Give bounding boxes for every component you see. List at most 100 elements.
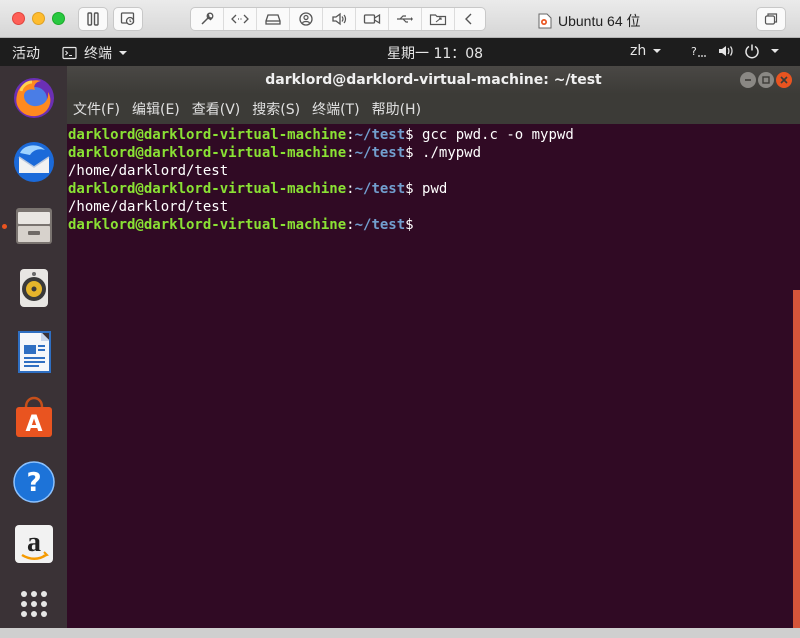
command-text: pwd (413, 181, 448, 197)
dock-show-applications[interactable] (8, 578, 60, 630)
clock[interactable]: 星期一 11：08 (387, 43, 483, 63)
terminal-line: /home/darklord/test (68, 162, 800, 180)
orange-edge-strip (793, 290, 800, 638)
writer-icon (18, 331, 51, 373)
dock-help[interactable]: ? (8, 456, 60, 508)
settings-tool[interactable] (191, 8, 224, 30)
host-dock-edge (0, 628, 800, 638)
amazon-icon: a (15, 525, 53, 563)
volume-icon (719, 46, 733, 56)
command-text: ./mypwd (413, 145, 482, 161)
input-method-label: zh (630, 43, 647, 59)
pause-vm-button[interactable] (78, 7, 108, 31)
prompt-user: darklord@darklord-virtual-machine (68, 217, 347, 233)
dock-ubuntu-software[interactable]: A (8, 392, 60, 444)
svg-text:A: A (25, 412, 42, 437)
dock-thunderbird[interactable] (8, 136, 60, 188)
output-text: /home/darklord/test (68, 163, 229, 179)
snapshot-button[interactable] (113, 7, 143, 31)
terminal-line: /home/darklord/test (68, 198, 800, 216)
usb-icon (397, 15, 413, 23)
pause-icon (87, 12, 99, 26)
unity-view-button[interactable] (756, 7, 786, 31)
usb-tool[interactable] (389, 8, 422, 30)
system-menu[interactable]: ? (690, 43, 780, 59)
terminal-icon (62, 46, 77, 60)
power-icon (745, 44, 759, 59)
video-tool[interactable] (356, 8, 389, 30)
terminal-title: darklord@darklord-virtual-machine: ~/tes… (265, 72, 602, 88)
chevron-down-icon (653, 49, 662, 53)
command-text: gcc pwd.c -o mypwd (413, 127, 574, 143)
prompt-path: ~/test (354, 217, 406, 233)
firefox-icon (14, 78, 54, 118)
snapshot-icon (120, 12, 135, 26)
prompt-user: darklord@darklord-virtual-machine (68, 145, 347, 161)
minimize-button[interactable] (740, 72, 756, 88)
network-tool[interactable] (224, 8, 257, 30)
menu-help[interactable]: 帮助(H) (372, 99, 421, 119)
app-menu[interactable]: 终端 (62, 43, 128, 63)
dock-rhythmbox[interactable] (8, 262, 60, 314)
input-method-menu[interactable]: zh (630, 43, 662, 59)
minimize-window-button[interactable] (32, 12, 45, 25)
vmware-titlebar: Ubuntu 64 位 (0, 0, 800, 38)
thunderbird-icon (14, 142, 54, 182)
menu-view[interactable]: 查看(V) (192, 99, 241, 119)
ubuntu-top-bar: 活动 终端 星期一 11：08 zh ? (0, 38, 800, 66)
output-text: /home/darklord/test (68, 199, 229, 215)
chevron-down-icon (771, 49, 779, 53)
running-indicator (2, 224, 7, 229)
wrench-icon (201, 12, 214, 25)
dock-firefox[interactable] (8, 72, 60, 124)
terminal-line: darklord@darklord-virtual-machine:~/test… (68, 127, 574, 143)
svg-text:a: a (27, 527, 41, 558)
terminal-header[interactable]: darklord@darklord-virtual-machine: ~/tes… (67, 66, 800, 94)
terminal-line: darklord@darklord-virtual-machine:~/test… (68, 145, 482, 161)
drive-icon (265, 14, 281, 25)
terminal-menubar: 文件(F) 编辑(E) 查看(V) 搜索(S) 终端(T) 帮助(H) (67, 94, 800, 124)
camera-user-tool[interactable] (290, 8, 323, 30)
files-icon (16, 208, 52, 244)
svg-text:?: ? (26, 468, 41, 498)
vm-document-icon (538, 13, 552, 29)
speaker-icon (332, 12, 347, 26)
maximize-button[interactable] (758, 72, 774, 88)
vm-title: Ubuntu 64 位 (538, 11, 641, 31)
dock-libreoffice-writer[interactable] (8, 326, 60, 378)
collapse-icon (465, 13, 472, 25)
chevron-down-icon (119, 51, 127, 55)
menu-edit[interactable]: 编辑(E) (132, 99, 180, 119)
close-icon (780, 76, 788, 84)
close-window-button[interactable] (12, 12, 25, 25)
terminal-output[interactable]: darklord@darklord-virtual-machine:~/test… (67, 124, 800, 638)
help-icon: ? (13, 461, 55, 503)
shared-folder-tool[interactable] (422, 8, 455, 30)
vm-name: Ubuntu 64 位 (558, 13, 641, 29)
prompt-path: ~/test (354, 145, 406, 161)
menu-file[interactable]: 文件(F) (73, 99, 120, 119)
prompt-path: ~/test (354, 181, 406, 197)
terminal-line: darklord@darklord-virtual-machine:~/test… (68, 217, 414, 233)
terminal-line: darklord@darklord-virtual-machine:~/test… (68, 181, 448, 197)
prompt-path: ~/test (354, 127, 406, 143)
clock-label: 星期一 11：08 (387, 46, 484, 62)
drive-tool[interactable] (257, 8, 290, 30)
dock-amazon[interactable]: a (8, 518, 60, 570)
user-camera-icon (299, 12, 313, 26)
collapse-toolbar-button[interactable] (455, 8, 483, 30)
software-icon: A (16, 396, 52, 437)
close-button[interactable] (776, 72, 792, 88)
activities-button[interactable]: 活动 (12, 43, 40, 63)
dock-files[interactable] (8, 200, 60, 252)
prompt-user: darklord@darklord-virtual-machine (68, 181, 347, 197)
menu-terminal[interactable]: 终端(T) (312, 99, 359, 119)
menu-search[interactable]: 搜索(S) (252, 99, 300, 119)
rhythmbox-icon (20, 269, 48, 307)
prompt-user: darklord@darklord-virtual-machine (68, 127, 347, 143)
fullscreen-window-button[interactable] (52, 12, 65, 25)
app-menu-label: 终端 (84, 46, 112, 62)
folder-share-icon (429, 14, 447, 26)
vm-device-toolbar (190, 7, 486, 31)
sound-tool[interactable] (323, 8, 356, 30)
